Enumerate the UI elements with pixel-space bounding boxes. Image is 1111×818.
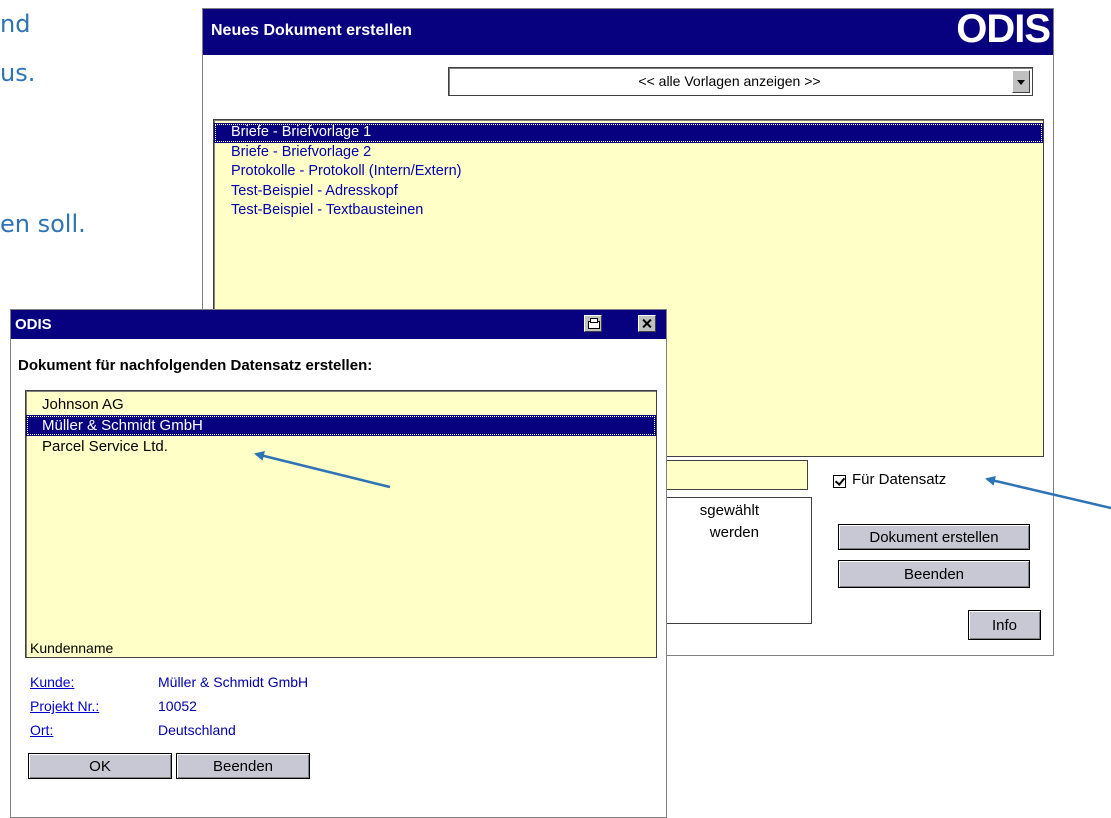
close-icon[interactable]	[638, 315, 656, 332]
main-window-title: Neues Dokument erstellen	[211, 22, 412, 39]
dialog-title-bar: ODIS	[11, 310, 666, 339]
project-number-link[interactable]: Projekt Nr.:	[30, 698, 99, 714]
location-link[interactable]: Ort:	[30, 722, 53, 738]
info-text-box: sgewählt werden	[658, 497, 812, 624]
project-number-value: 10052	[158, 698, 197, 714]
create-document-button[interactable]: Dokument erstellen	[838, 524, 1030, 550]
dialog-quit-button[interactable]: Beenden	[176, 753, 310, 779]
main-title-bar: Neues Dokument erstellen ODIS	[203, 7, 1053, 55]
ok-button[interactable]: OK	[28, 753, 172, 779]
customer-link[interactable]: Kunde:	[30, 674, 74, 690]
template-filter-value: << alle Vorlagen anzeigen >>	[638, 73, 821, 89]
print-icon[interactable]	[584, 315, 602, 332]
template-list-item[interactable]: Briefe - Briefvorlage 2	[214, 143, 1043, 163]
for-record-label: Für Datensatz	[852, 471, 947, 488]
document-name-field[interactable]	[658, 460, 808, 490]
chevron-down-icon[interactable]	[1012, 70, 1030, 93]
record-list-item[interactable]: Müller & Schmidt GmbH	[26, 415, 656, 436]
section-label: Kundenname	[30, 640, 114, 656]
slide-text-line-2: us.	[0, 59, 36, 87]
record-list-item[interactable]: Parcel Service Ltd.	[26, 436, 656, 457]
record-dialog: ODIS Dokument für nachfolgenden Datensat…	[10, 309, 667, 818]
odis-logo: ODIS	[956, 7, 1051, 51]
main-quit-button[interactable]: Beenden	[838, 560, 1030, 588]
info-text-line-1: sgewählt	[699, 502, 759, 519]
record-list-item[interactable]: Johnson AG	[26, 394, 656, 415]
info-button[interactable]: Info	[968, 610, 1041, 640]
template-list-item[interactable]: Protokolle - Protokoll (Intern/Extern)	[214, 162, 1043, 182]
location-value: Deutschland	[158, 722, 236, 738]
template-filter-select[interactable]: << alle Vorlagen anzeigen >>	[448, 67, 1033, 96]
info-text-line-2: werden	[709, 524, 759, 541]
customer-value: Müller & Schmidt GmbH	[158, 674, 309, 690]
template-list-item[interactable]: Test-Beispiel - Adresskopf	[214, 182, 1043, 202]
slide-text-line-3: en soll.	[0, 210, 86, 238]
dialog-heading: Dokument für nachfolgenden Datensatz ers…	[18, 357, 373, 374]
slide-text-line-1: nd	[0, 10, 31, 38]
for-record-checkbox[interactable]	[833, 475, 846, 488]
template-list-item[interactable]: Test-Beispiel - Textbausteinen	[214, 201, 1043, 221]
record-list[interactable]: Johnson AG Müller & Schmidt GmbH Parcel …	[25, 390, 657, 658]
template-list-item[interactable]: Briefe - Briefvorlage 1	[214, 123, 1043, 143]
dialog-title: ODIS	[15, 316, 52, 333]
